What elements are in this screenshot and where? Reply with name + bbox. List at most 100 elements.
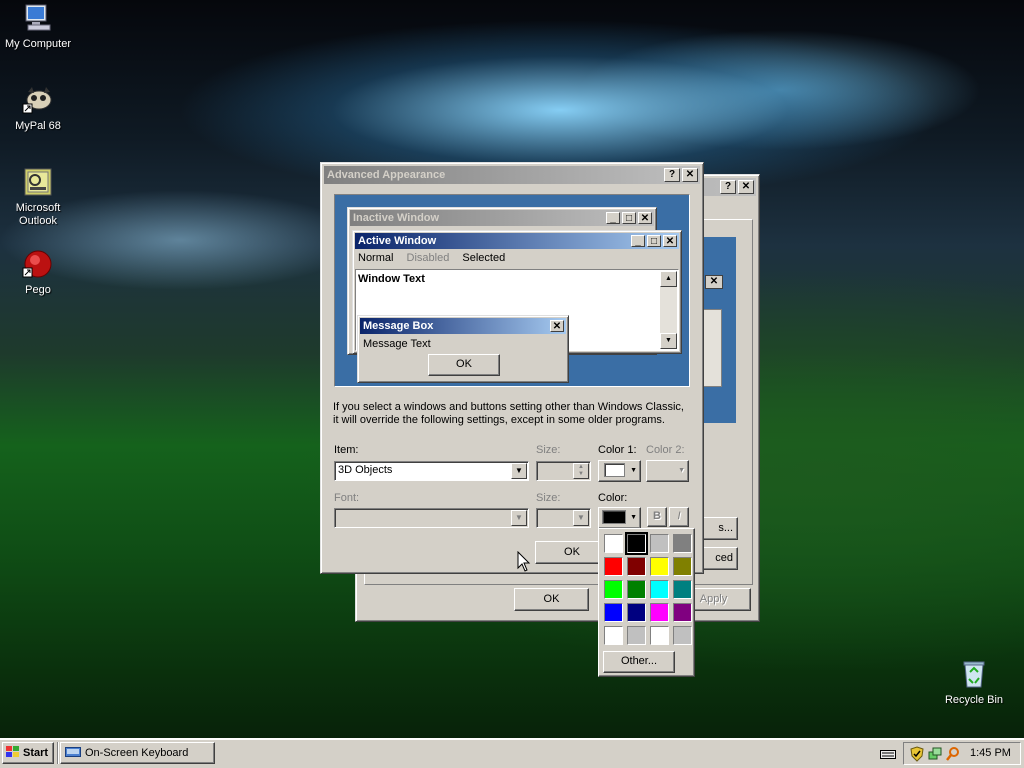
preview-scrollbar: ▲ ▼ (660, 271, 677, 349)
color-swatch[interactable] (673, 603, 692, 622)
font-color-button[interactable]: ▼ (598, 507, 641, 529)
close-button[interactable]: ✕ (682, 168, 698, 182)
chevron-down-icon: ▼ (630, 467, 637, 474)
color-swatch[interactable] (650, 603, 669, 622)
taskbar-task-on-screen-keyboard[interactable]: On-Screen Keyboard (60, 742, 215, 764)
color-swatch[interactable] (673, 557, 692, 576)
maximize-icon: □ (647, 235, 661, 247)
windows-logo-icon (6, 746, 19, 757)
computer-icon (25, 4, 51, 31)
other-color-button[interactable]: Other... (603, 651, 675, 673)
bold-button[interactable]: B (647, 507, 667, 527)
pego-icon (22, 250, 52, 278)
chevron-down-icon[interactable]: ▼ (511, 510, 527, 526)
chevron-down-icon[interactable]: ▼ (511, 463, 527, 479)
item-label: Item: (334, 444, 359, 456)
font-select[interactable]: ▼ (334, 508, 529, 528)
back-preview-scrollbar (703, 309, 722, 387)
color-swatch[interactable] (627, 557, 646, 576)
desktop-icon-recycle-bin[interactable]: Recycle Bin (936, 658, 1012, 707)
start-label: Start (23, 747, 49, 759)
task-label: On-Screen Keyboard (85, 747, 189, 759)
menu-normal: Normal (358, 252, 394, 264)
desktop-icon-outlook[interactable]: Microsoft Outlook (0, 166, 76, 228)
preview-message-ok: OK (428, 354, 500, 376)
italic-button[interactable]: I (669, 507, 689, 527)
color1-button[interactable]: ▼ (598, 460, 641, 482)
color-swatch[interactable] (650, 534, 669, 553)
spinner-arrows-icon[interactable]: ▲ ▼ (573, 463, 589, 479)
desktop-icon-my-computer[interactable]: My Computer (0, 2, 76, 51)
chevron-down-icon: ▼ (678, 467, 685, 474)
mypal-browser-icon (22, 87, 52, 114)
close-icon: ✕ (663, 235, 677, 247)
close-icon: ✕ (638, 212, 652, 224)
close-button[interactable]: ✕ (738, 180, 754, 194)
color-swatch[interactable] (650, 626, 669, 645)
desktop-icon-mypal[interactable]: MyPal 68 (0, 84, 76, 133)
color-swatch[interactable] (673, 534, 692, 553)
dialog-title: Advanced Appearance (327, 169, 446, 181)
info-text-line2: it will override the following settings,… (333, 414, 665, 426)
help-button[interactable]: ? (664, 168, 680, 182)
network-icon[interactable] (928, 746, 942, 762)
color-picker-popup: Other... (598, 528, 695, 677)
color2-button[interactable]: ▼ (646, 460, 689, 482)
item-select-value: 3D Objects (338, 464, 393, 476)
keyboard-language-icon[interactable] (880, 747, 896, 761)
color2-label: Color 2: (646, 444, 685, 456)
outlook-icon (24, 168, 52, 196)
color-swatch[interactable] (627, 626, 646, 645)
chevron-down-icon: ▼ (630, 514, 637, 521)
color-swatch[interactable] (650, 557, 669, 576)
color-swatch[interactable] (627, 580, 646, 599)
desktop-icon-label: Microsoft Outlook (15, 202, 61, 227)
back-preview-close: ✕ (705, 275, 723, 289)
recycle-bin-icon (963, 661, 985, 688)
color-swatch[interactable] (627, 603, 646, 622)
preview-message-text: Message Text (363, 338, 431, 350)
back-ok-button[interactable]: OK (514, 588, 589, 611)
color-swatch[interactable] (604, 626, 623, 645)
help-button[interactable]: ? (720, 180, 736, 194)
chevron-down-icon[interactable]: ▼ (573, 510, 589, 526)
desktop-icon-label: Recycle Bin (944, 694, 1004, 706)
color-swatch[interactable] (604, 557, 623, 576)
color-swatch[interactable] (604, 580, 623, 599)
color-swatch[interactable] (604, 603, 623, 622)
desktop-icon-pego[interactable]: Pego (0, 248, 76, 297)
color-swatch[interactable] (625, 532, 648, 555)
system-tray: 1:45 PM (903, 742, 1021, 765)
advanced-appearance-titlebar: Advanced Appearance ? ✕ (324, 166, 700, 184)
color1-label: Color 1: (598, 444, 637, 456)
item-select[interactable]: 3D Objects ▼ (334, 461, 529, 481)
font-color-swatch (602, 510, 626, 524)
color-swatch[interactable] (604, 534, 623, 553)
minimize-icon: _ (606, 212, 620, 224)
appearance-preview[interactable]: Inactive Window _ □ ✕ Active Window _ □ … (334, 194, 690, 387)
font-size-select[interactable]: ▼ (536, 508, 591, 528)
preview-active-title: Active Window (358, 235, 437, 247)
color-swatch[interactable] (673, 580, 692, 599)
font-color-label: Color: (598, 492, 628, 504)
start-button[interactable]: Start (2, 742, 54, 764)
taskbar: Start On-Screen Keyboard 1:45 PM (0, 738, 1024, 768)
search-icon[interactable] (946, 746, 960, 762)
desktop-icon-label: My Computer (4, 38, 72, 50)
desktop-icon-label: MyPal 68 (15, 120, 61, 132)
keyboard-icon (65, 747, 81, 757)
size-spinner[interactable]: ▲ ▼ (536, 461, 591, 481)
minimize-icon: _ (631, 235, 645, 247)
info-text-line1: If you select a windows and buttons sett… (333, 401, 684, 413)
preview-message-box-title: Message Box (363, 320, 434, 332)
font-size-label: Size: (536, 492, 561, 504)
color-swatch[interactable] (673, 626, 692, 645)
menu-selected: Selected (462, 252, 506, 264)
color-swatch[interactable] (650, 580, 669, 599)
preview-inactive-title: Inactive Window (353, 212, 440, 224)
maximize-icon: □ (622, 212, 636, 224)
preview-message-box: Message Box ✕ Message Text OK (357, 315, 569, 383)
clock: 1:45 PM (970, 747, 1011, 759)
advanced-appearance-dialog: Advanced Appearance ? ✕ Inactive Window … (320, 162, 704, 574)
security-shield-icon[interactable] (910, 746, 924, 762)
